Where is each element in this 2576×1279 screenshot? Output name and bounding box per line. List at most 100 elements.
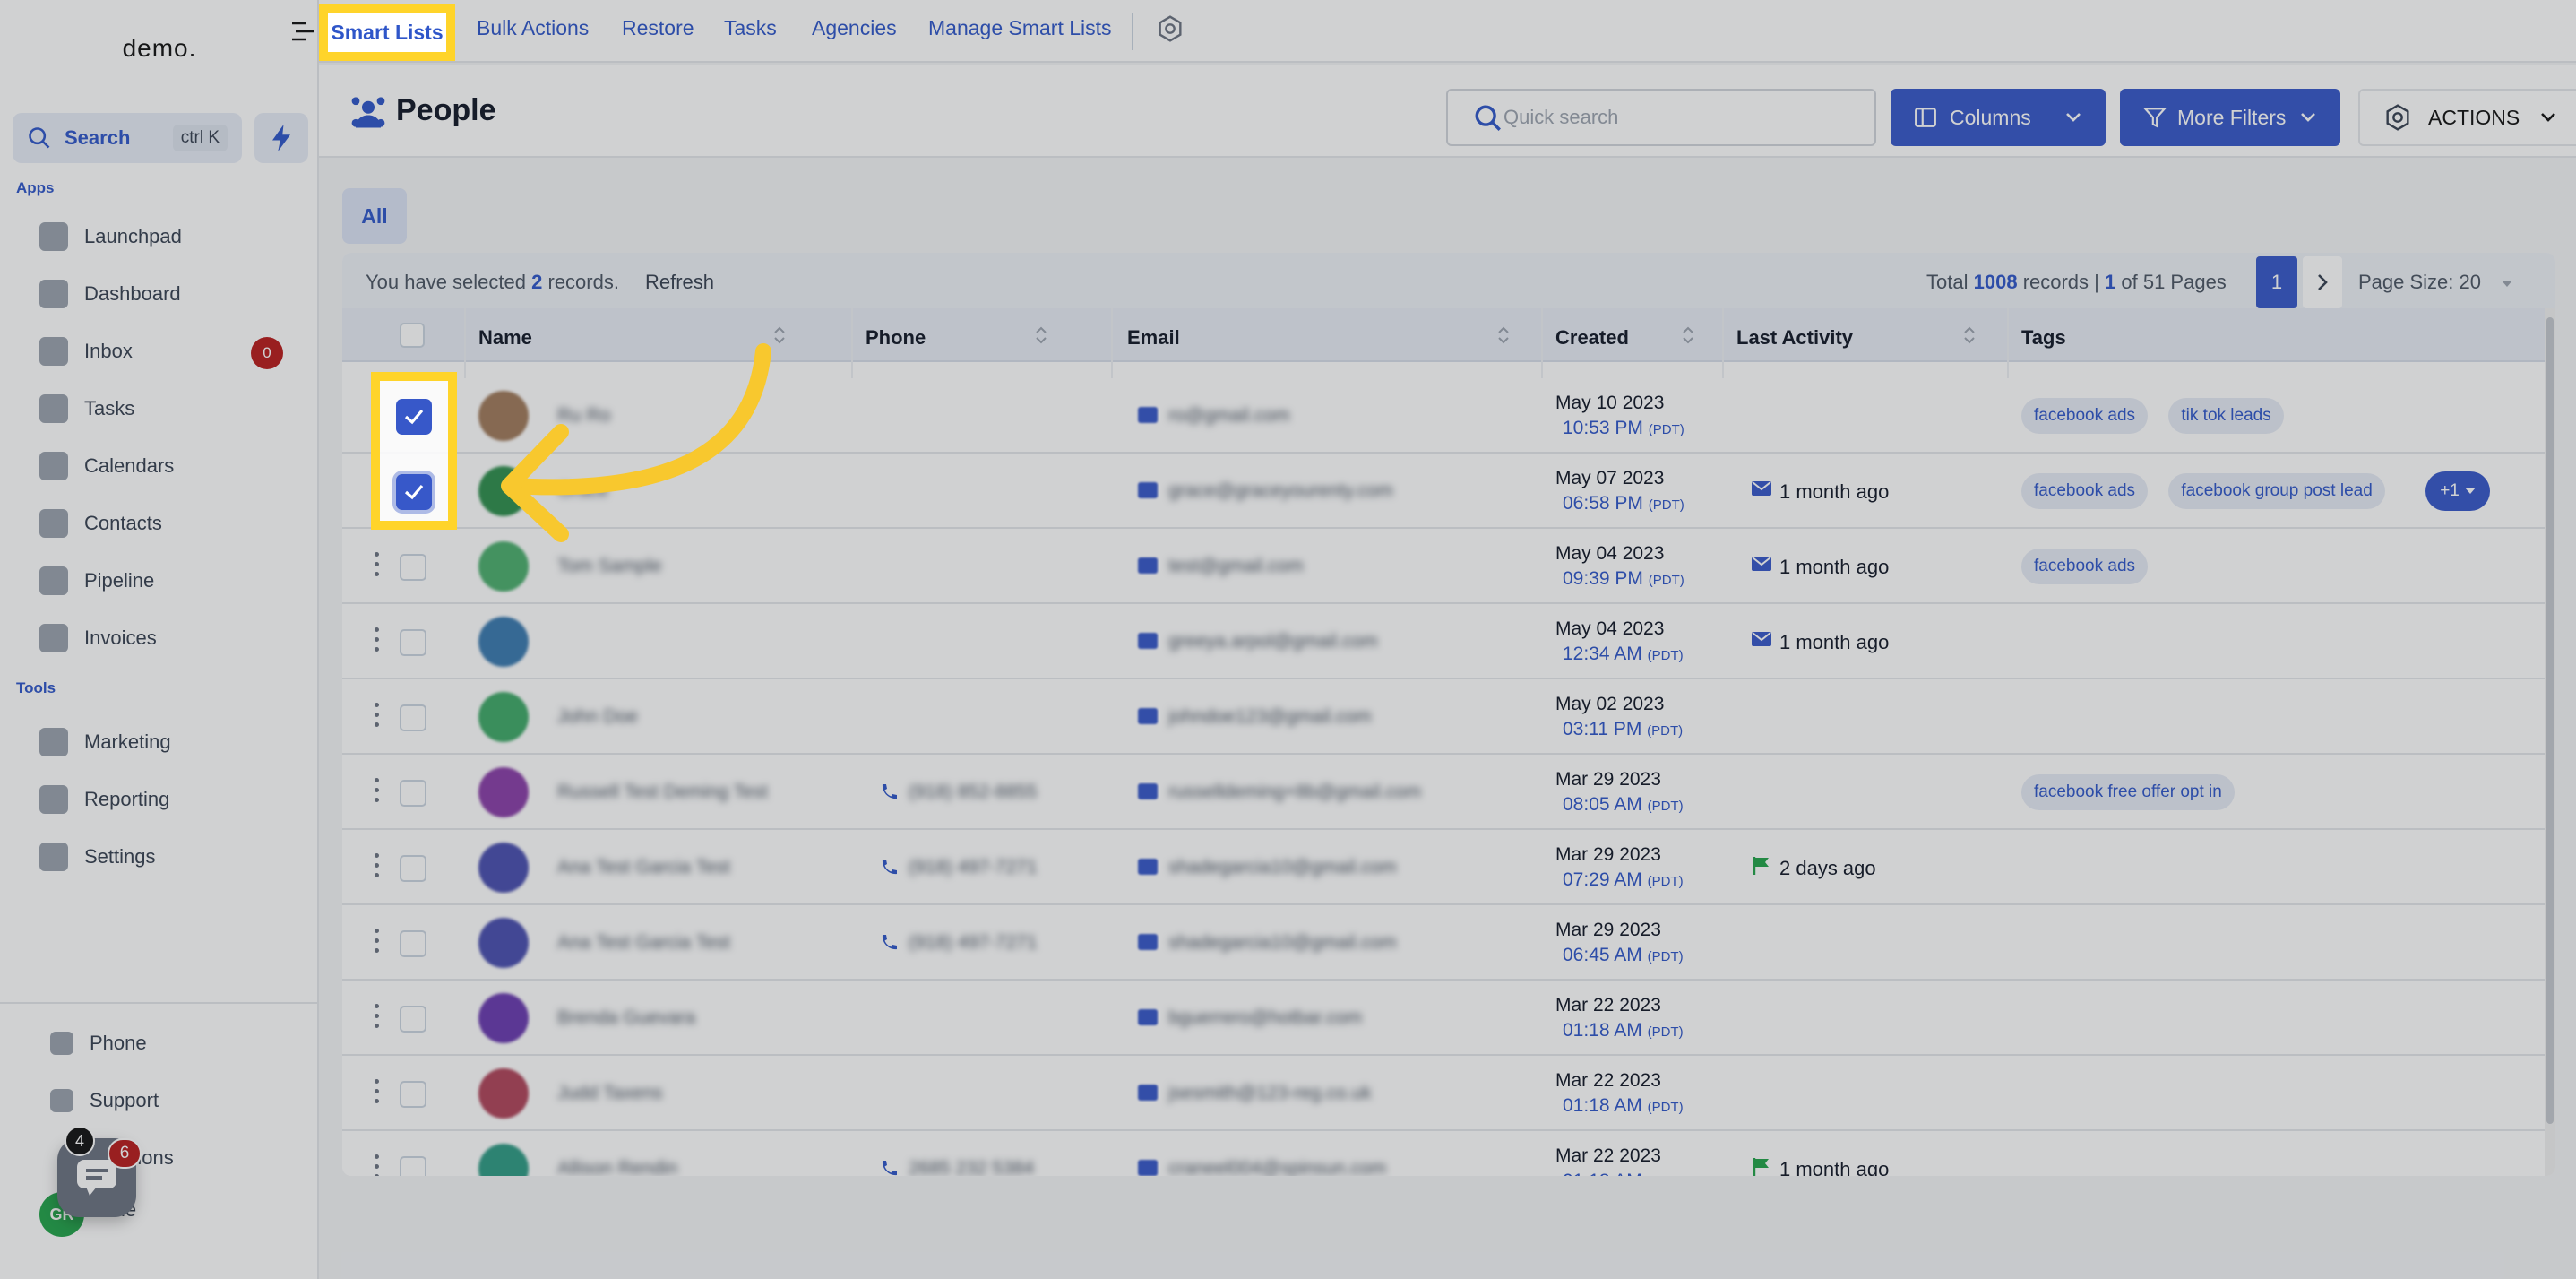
row-menu-icon[interactable] bbox=[375, 1154, 380, 1176]
contact-email[interactable]: russelldeming+8b@gmail.com bbox=[1168, 782, 1421, 803]
row-checkbox-checked[interactable] bbox=[396, 474, 432, 510]
contact-email[interactable]: jsesmith@123-reg.co.uk bbox=[1168, 1083, 1372, 1104]
sidebar-search-button[interactable]: Search ctrl K bbox=[13, 113, 242, 163]
row-checkbox[interactable] bbox=[400, 1081, 426, 1108]
sidebar-item-settings[interactable]: Settings bbox=[39, 837, 156, 877]
table-row[interactable]: John Doe johndoe123@gmail.com May 02 2023 0… bbox=[342, 679, 2555, 755]
contact-phone[interactable]: (918) 497-7271 bbox=[909, 932, 1038, 954]
sidebar-item-marketing[interactable]: Marketing bbox=[39, 722, 171, 762]
sidebar-item-inbox[interactable]: Inbox bbox=[39, 332, 133, 371]
contact-email[interactable]: greeya.arpol@gmail.com bbox=[1168, 631, 1378, 652]
table-row[interactable]: Allison Rendin 2685 232 5384 craneel004@sp… bbox=[342, 1131, 2555, 1176]
sort-icon[interactable] bbox=[1496, 324, 1511, 346]
sort-icon[interactable] bbox=[1681, 324, 1695, 346]
contact-name[interactable]: Russell Test Deming Test bbox=[557, 782, 768, 803]
quick-search-input[interactable]: Quick search bbox=[1446, 89, 1876, 146]
contact-name[interactable]: John Doe bbox=[557, 706, 638, 728]
contact-name[interactable]: Brenda Guevara bbox=[557, 1007, 695, 1029]
row-menu-icon[interactable] bbox=[375, 778, 380, 807]
contact-name[interactable]: Ana Test Garcia Test bbox=[557, 932, 730, 954]
row-checkbox[interactable] bbox=[400, 1156, 426, 1176]
contact-email[interactable]: shadegarcia10@gmail.com bbox=[1168, 857, 1397, 878]
contact-phone[interactable]: (918) 852-8855 bbox=[909, 782, 1038, 803]
more-tags-button[interactable]: +1 bbox=[2425, 471, 2490, 511]
contact-email[interactable]: grace@graceyourenty.com bbox=[1168, 480, 1393, 502]
sidebar-item-phone[interactable]: Phone bbox=[50, 1024, 147, 1063]
row-checkbox[interactable] bbox=[400, 629, 426, 656]
quick-actions-button[interactable] bbox=[254, 113, 308, 163]
refresh-link[interactable]: Refresh bbox=[645, 271, 714, 294]
tab-bulk-actions[interactable]: Bulk Actions bbox=[477, 16, 589, 40]
sidebar-item-invoices[interactable]: Invoices bbox=[39, 618, 157, 658]
table-row[interactable]: greeya.arpol@gmail.com May 04 2023 12:34 A… bbox=[342, 604, 2555, 679]
sidebar-item-contacts[interactable]: Contacts bbox=[39, 504, 162, 543]
contact-name[interactable]: Tom Sample bbox=[557, 556, 662, 577]
tab-agencies[interactable]: Agencies bbox=[812, 16, 897, 40]
actions-button[interactable]: ACTIONS bbox=[2358, 89, 2576, 146]
contact-email[interactable]: shadegarcia10@gmail.com bbox=[1168, 932, 1397, 954]
columns-button[interactable]: Columns bbox=[1891, 89, 2106, 146]
sidebar-item-support[interactable]: Support bbox=[50, 1081, 159, 1120]
gear-icon[interactable] bbox=[1156, 14, 1185, 43]
tag-chip[interactable]: facebook ads bbox=[2021, 549, 2149, 584]
select-all-checkbox[interactable] bbox=[400, 323, 425, 348]
table-row[interactable]: Ana Test Garcia Test (918) 497-7271 shadeg… bbox=[342, 905, 2555, 981]
contact-name[interactable]: Ana Test Garcia Test bbox=[557, 857, 730, 878]
row-menu-icon[interactable] bbox=[375, 1004, 380, 1033]
column-header-tags[interactable]: Tags bbox=[2021, 326, 2066, 350]
sidebar-item-dashboard[interactable]: Dashboard bbox=[39, 274, 181, 314]
contact-name[interactable]: Judd Taxens bbox=[557, 1083, 663, 1104]
pagination-page-1[interactable]: 1 bbox=[2256, 256, 2297, 308]
table-row[interactable]: Judd Taxens jsesmith@123-reg.co.uk Mar 22 … bbox=[342, 1056, 2555, 1131]
tab-restore[interactable]: Restore bbox=[622, 16, 694, 40]
tag-chip[interactable]: tik tok leads bbox=[2168, 398, 2284, 434]
row-checkbox[interactable] bbox=[400, 930, 426, 957]
table-row[interactable]: Ana Test Garcia Test (918) 497-7271 shadeg… bbox=[342, 830, 2555, 905]
tab-tasks[interactable]: Tasks bbox=[724, 16, 777, 40]
sort-icon[interactable] bbox=[1034, 324, 1048, 346]
contact-phone[interactable]: 2685 232 5384 bbox=[909, 1158, 1034, 1176]
row-checkbox-checked[interactable] bbox=[396, 399, 432, 435]
sidebar-item-pipeline[interactable]: Pipeline bbox=[39, 561, 154, 601]
contact-phone[interactable]: (918) 497-7271 bbox=[909, 857, 1038, 878]
row-menu-icon[interactable] bbox=[375, 1079, 380, 1108]
menu-collapse-icon[interactable] bbox=[292, 22, 315, 41]
row-checkbox[interactable] bbox=[400, 554, 426, 581]
contact-email[interactable]: ro@gmail.com bbox=[1168, 405, 1290, 427]
column-header-created[interactable]: Created bbox=[1555, 326, 1629, 350]
pagination-next-button[interactable] bbox=[2303, 256, 2342, 308]
table-row[interactable]: Russell Test Deming Test (918) 852-8855 ru… bbox=[342, 755, 2555, 830]
row-checkbox[interactable] bbox=[400, 1006, 426, 1033]
tab-smart-lists[interactable]: Smart Lists bbox=[328, 13, 446, 52]
column-header-phone[interactable]: Phone bbox=[866, 326, 926, 350]
tag-chip[interactable]: facebook ads bbox=[2021, 398, 2149, 434]
row-menu-icon[interactable] bbox=[375, 627, 380, 656]
contact-email[interactable]: bguerrero@hotbar.com bbox=[1168, 1007, 1362, 1029]
tag-chip[interactable]: facebook ads bbox=[2021, 473, 2149, 509]
contact-email[interactable]: test@gmail.com bbox=[1168, 556, 1304, 577]
row-menu-icon[interactable] bbox=[375, 703, 380, 731]
table-row[interactable]: Brenda Guevara bguerrero@hotbar.com Mar 22… bbox=[342, 981, 2555, 1056]
contact-email[interactable]: johndoe123@gmail.com bbox=[1168, 706, 1372, 728]
row-menu-icon[interactable] bbox=[375, 552, 380, 581]
tag-chip[interactable]: facebook free offer opt in bbox=[2021, 774, 2235, 810]
tag-chip[interactable]: facebook group post lead bbox=[2168, 473, 2385, 509]
smart-list-tab-all[interactable]: All bbox=[342, 188, 407, 244]
row-checkbox[interactable] bbox=[400, 855, 426, 882]
more-filters-button[interactable]: More Filters bbox=[2120, 89, 2340, 146]
row-menu-icon[interactable] bbox=[375, 853, 380, 882]
table-scrollbar[interactable] bbox=[2545, 308, 2555, 1176]
sidebar-item-tasks[interactable]: Tasks bbox=[39, 389, 134, 428]
row-menu-icon[interactable] bbox=[375, 929, 380, 957]
sidebar-item-calendars[interactable]: Calendars bbox=[39, 446, 174, 486]
contact-name[interactable]: Allison Rendin bbox=[557, 1158, 677, 1176]
row-checkbox[interactable] bbox=[400, 704, 426, 731]
column-header-email[interactable]: Email bbox=[1127, 326, 1180, 350]
sort-icon[interactable] bbox=[1962, 324, 1977, 346]
tab-manage-smart-lists[interactable]: Manage Smart Lists bbox=[928, 16, 1112, 40]
column-header-last-activity[interactable]: Last Activity bbox=[1736, 326, 1853, 350]
contact-email[interactable]: craneel004@spinsun.com bbox=[1168, 1158, 1386, 1176]
page-size-select[interactable]: Page Size: 20 bbox=[2358, 271, 2513, 294]
sidebar-item-launchpad[interactable]: Launchpad bbox=[39, 217, 182, 256]
row-checkbox[interactable] bbox=[400, 780, 426, 807]
